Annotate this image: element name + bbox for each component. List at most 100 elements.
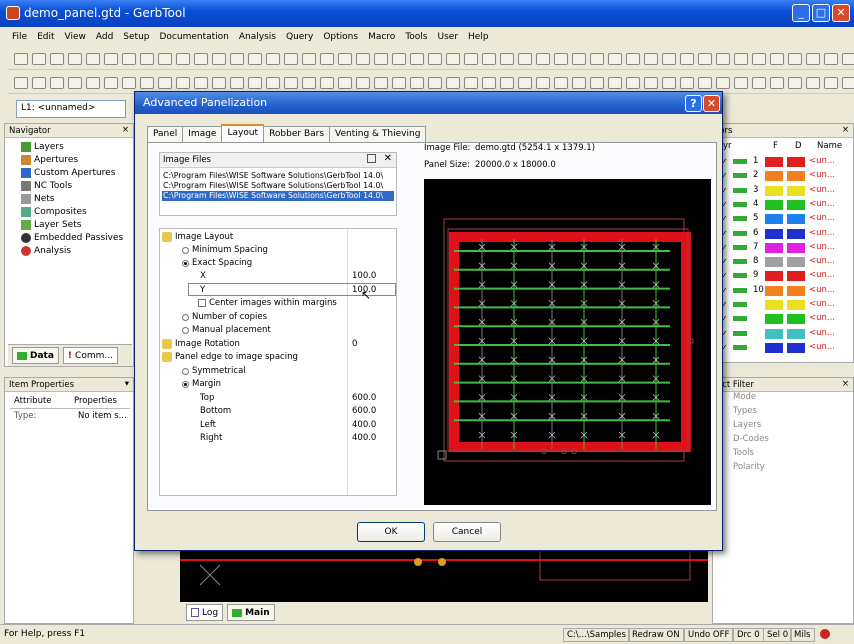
toolbar-tool-icon[interactable] — [842, 52, 854, 65]
toolbar-tool-icon[interactable] — [554, 52, 568, 65]
tab-data[interactable]: Data — [12, 347, 59, 364]
layer-row[interactable]: ✓ <un... — [721, 328, 851, 340]
menu-add[interactable]: Add — [96, 32, 113, 42]
toolbar-tool-icon[interactable] — [608, 76, 622, 89]
toolbar-tool-icon[interactable] — [266, 52, 280, 65]
toolbar-tool-icon[interactable] — [716, 76, 730, 89]
toolbar-tool-icon[interactable] — [608, 52, 622, 65]
draw-color-swatch[interactable] — [787, 271, 805, 282]
toolbar-tool-icon[interactable] — [536, 76, 550, 89]
toolbar-tool-icon[interactable] — [446, 52, 460, 65]
toolbar-tool-icon[interactable] — [14, 52, 28, 65]
filter-types[interactable]: Types — [733, 406, 757, 416]
fill-color-swatch[interactable] — [765, 314, 783, 325]
toolbar-tool-icon[interactable] — [428, 76, 442, 89]
toolbar-tool-icon[interactable] — [770, 52, 784, 65]
menu-analysis[interactable]: Analysis — [239, 32, 276, 42]
fill-color-swatch[interactable] — [765, 342, 783, 353]
toolbar-tool-icon[interactable] — [590, 76, 604, 89]
symmetrical-option[interactable]: Symmetrical — [182, 366, 246, 376]
menu-tools[interactable]: Tools — [405, 32, 427, 42]
cancel-button[interactable]: Cancel — [433, 522, 501, 542]
menu-help[interactable]: Help — [468, 32, 489, 42]
toolbar-tool-icon[interactable] — [356, 76, 370, 89]
draw-color-swatch[interactable] — [787, 342, 805, 353]
fill-color-swatch[interactable] — [765, 257, 783, 268]
status-sel[interactable]: Sel 0 — [763, 628, 793, 642]
layer-select[interactable]: L1: <unnamed> — [16, 100, 126, 118]
x-value-field[interactable]: 100.0 — [352, 271, 376, 281]
toolbar-tool-icon[interactable] — [230, 76, 244, 89]
layer-row[interactable]: ✓ 6 <un... — [721, 228, 851, 240]
tab-layout[interactable]: Layout — [221, 124, 265, 142]
layer-row[interactable]: ✓ 3 <un... — [721, 185, 851, 197]
draw-color-swatch[interactable] — [787, 171, 805, 182]
toolbar-tool-icon[interactable] — [86, 76, 100, 89]
filter-dcodes[interactable]: D-Codes — [733, 434, 769, 444]
layer-row[interactable]: ✓ 7 <un... — [721, 242, 851, 254]
record-icon[interactable] — [820, 629, 830, 639]
image-file-item[interactable]: C:\Program Files\WISE Software Solutions… — [162, 181, 394, 191]
toolbar-tool-icon[interactable] — [284, 52, 298, 65]
toolbar-tool-icon[interactable] — [572, 52, 586, 65]
toolbar-tool-icon[interactable] — [68, 52, 82, 65]
nav-item-composites[interactable]: Composites — [21, 207, 87, 217]
filter-mode[interactable]: Mode — [733, 392, 756, 402]
toolbar-tool-icon[interactable] — [374, 76, 388, 89]
layer-row[interactable]: ✓ <un... — [721, 342, 851, 354]
toolbar-tool-icon[interactable] — [482, 52, 496, 65]
toolbar-tool-icon[interactable] — [32, 76, 46, 89]
help-button[interactable]: ? — [685, 95, 702, 112]
toolbar-tool-icon[interactable] — [698, 52, 712, 65]
layer-row[interactable]: ✓ 9 <un... — [721, 270, 851, 282]
menu-user[interactable]: User — [438, 32, 459, 42]
toolbar-tool-icon[interactable] — [302, 76, 316, 89]
number-of-copies-option[interactable]: Number of copies — [182, 312, 267, 322]
toolbar-tool-icon[interactable] — [698, 76, 712, 89]
toolbar-tool-icon[interactable] — [410, 52, 424, 65]
filter-tools[interactable]: Tools — [733, 448, 754, 458]
draw-color-swatch[interactable] — [787, 285, 805, 296]
dialog-close-button[interactable]: ✕ — [703, 95, 720, 112]
toolbar-tool-icon[interactable] — [500, 76, 514, 89]
toolbar-tool-icon[interactable] — [734, 52, 748, 65]
fill-color-swatch[interactable] — [765, 271, 783, 282]
toolbar-tool-icon[interactable] — [806, 76, 820, 89]
toolbar-tool-icon[interactable] — [140, 52, 154, 65]
toolbar-tool-icon[interactable] — [14, 76, 28, 89]
nav-item-layer-sets[interactable]: Layer Sets — [21, 220, 81, 230]
toolbar-tool-icon[interactable] — [644, 76, 658, 89]
tab-robber-bars[interactable]: Robber Bars — [263, 126, 331, 142]
filter-polarity[interactable]: Polarity — [733, 462, 765, 472]
nav-item-custom-apertures[interactable]: Custom Apertures — [21, 168, 115, 178]
remove-file-icon[interactable]: ✕ — [384, 153, 392, 164]
toolbar-tool-icon[interactable] — [122, 76, 136, 89]
toolbar-tool-icon[interactable] — [68, 76, 82, 89]
toolbar-tool-icon[interactable] — [248, 52, 262, 65]
draw-color-swatch[interactable] — [787, 328, 805, 339]
menu-view[interactable]: View — [65, 32, 86, 42]
status-drc[interactable]: Drc 0 — [733, 628, 764, 642]
toolbar-tool-icon[interactable] — [158, 76, 172, 89]
toolbar-tool-icon[interactable] — [572, 76, 586, 89]
menu-file[interactable]: File — [12, 32, 27, 42]
toolbar-tool-icon[interactable] — [644, 52, 658, 65]
toolbar-tool-icon[interactable] — [662, 76, 676, 89]
fill-color-swatch[interactable] — [765, 199, 783, 210]
toolbar-tool-icon[interactable] — [824, 52, 838, 65]
status-redraw[interactable]: Redraw ON — [628, 628, 684, 642]
nav-item-apertures[interactable]: Apertures — [21, 155, 78, 165]
layer-row[interactable]: ✓ <un... — [721, 299, 851, 311]
toolbar-tool-icon[interactable] — [194, 52, 208, 65]
tab-image[interactable]: Image — [182, 126, 223, 142]
toolbar-tool-icon[interactable] — [446, 76, 460, 89]
toolbar-tool-icon[interactable] — [482, 76, 496, 89]
draw-color-swatch[interactable] — [787, 185, 805, 196]
toolbar-tool-icon[interactable] — [662, 52, 676, 65]
toolbar-tool-icon[interactable] — [716, 52, 730, 65]
menu-macro[interactable]: Macro — [368, 32, 395, 42]
toolbar-tool-icon[interactable] — [176, 76, 190, 89]
nav-item-nc-tools[interactable]: NC Tools — [21, 181, 72, 191]
tab-comm[interactable]: ! Comm... — [62, 347, 118, 364]
menu-documentation[interactable]: Documentation — [160, 32, 229, 42]
